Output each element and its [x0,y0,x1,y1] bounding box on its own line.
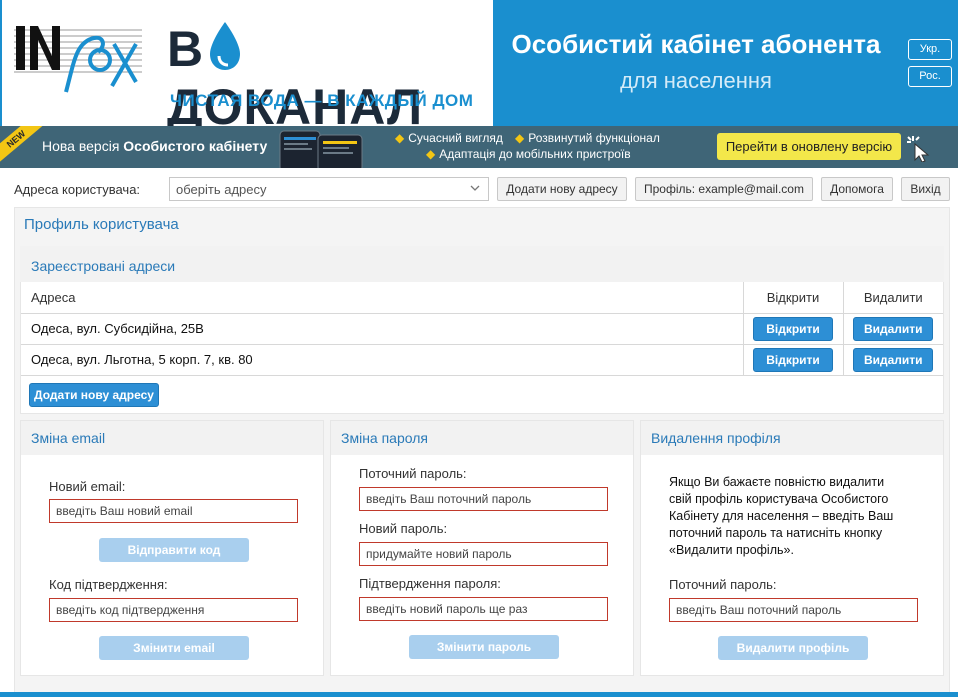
chevron-down-icon [470,185,480,191]
delete-cell: Видалити [842,313,943,345]
delete-card-title: Видалення профіля [651,430,781,446]
send-code-button[interactable]: Відправити код [99,538,249,562]
promo-text-prefix: Нова версія [42,138,124,154]
address-cell: Одеса, вул. Субсидійна, 25В [21,313,743,345]
current-password-field[interactable]: введіть Ваш поточний пароль [359,487,608,511]
profile-title: Профиль користувача [24,216,179,233]
cabinet-subtitle: для населення [620,68,772,93]
phones-image-icon [279,130,363,168]
feature-1-label: Сучасний вигляд [408,131,503,145]
table-header-row: Адреса Відкрити Видалити [21,282,943,314]
open-cell: Відкрити [742,344,843,376]
delete-address-button[interactable]: Видалити [853,347,934,372]
new-email-field[interactable]: введіть Ваш новий email [49,499,298,523]
table-row: Одеса, вул. Субсидійна, 25В Відкрити Вид… [21,313,943,345]
address-label: Адреса користувача: [14,182,141,197]
lang-ukr-button[interactable]: Укр. [908,39,952,60]
delete-profile-button[interactable]: Видалити профіль [718,636,868,660]
address-select[interactable]: оберіть адресу [169,177,489,201]
help-button[interactable]: Допомога [821,177,893,201]
new-password-field[interactable]: придумайте новий пароль [359,542,608,566]
password-card: Зміна пароля Поточний пароль: введіть Ва… [330,420,634,676]
feature-3-label: Адаптація до мобільних пристроїв [439,147,631,161]
delete-address-button[interactable]: Видалити [853,316,934,341]
open-address-button[interactable]: Відкрити [753,347,833,372]
feature-2-label: Розвинутий функціонал [528,131,660,145]
code-field[interactable]: введіть код підтвердження [49,598,298,622]
col-delete: Видалити [842,282,943,314]
logo-area: ВДОКАНАЛ ЧИСТАЯ ВОДА — В КАЖДЫЙ ДОМ [0,0,493,135]
promo-text-bold: Особистого кабінету [123,138,268,154]
password-card-title: Зміна пароля [341,430,428,446]
col-address: Адреса [21,282,743,314]
water-drop-icon [210,22,241,70]
add-address-top-button[interactable]: Додати нову адресу [497,177,627,201]
addresses-title: Зареєстровані адреси [31,258,176,274]
click-cursor-icon [907,136,930,162]
upgrade-version-button[interactable]: Перейти в оновлену версію [717,133,901,160]
confirm-password-field[interactable]: введіть новий пароль ще раз [359,597,608,621]
change-password-button[interactable]: Змінити пароль [409,635,559,659]
page: ВДОКАНАЛ ЧИСТАЯ ВОДА — В КАЖДЫЙ ДОМ Особ… [0,0,958,697]
addresses-table: Адреса Відкрити Видалити Одеса, вул. Суб… [21,282,943,376]
exit-button[interactable]: Вихід [901,177,950,201]
code-label: Код підтвердження: [49,577,168,592]
open-address-button[interactable]: Відкрити [753,316,833,341]
add-address-button[interactable]: Додати нову адресу [29,383,159,407]
new-password-label: Новий пароль: [359,521,448,536]
email-card: Зміна email Новий email: введіть Ваш нов… [20,420,324,676]
brand-part-1: В [167,21,205,77]
new-email-label: Новий email: [49,479,126,494]
delete-info-text: Якщо Ви бажаєте повністю видалити свій п… [669,475,894,557]
open-cell: Відкрити [742,313,843,345]
delete-profile-card: Видалення профіля Якщо Ви бажаєте повніс… [640,420,944,676]
feature-3: ◆ Адаптація до мобільних пристроїв [426,147,631,161]
current-password-label: Поточний пароль: [359,466,467,481]
feature-1: ◆ Сучасний вигляд [395,131,503,145]
bottom-bar [0,692,958,697]
delete-cell: Видалити [842,344,943,376]
header: ВДОКАНАЛ ЧИСТАЯ ВОДА — В КАЖДЫЙ ДОМ Особ… [0,0,958,135]
cabinet-title: Особистий кабінет абонента [511,29,881,59]
address-cell: Одеса, вул. Льготна, 5 корп. 7, кв. 80 [21,344,743,376]
col-open: Відкрити [742,282,843,314]
table-row: Одеса, вул. Льготна, 5 корп. 7, кв. 80 В… [21,344,943,376]
confirm-password-label: Підтвердження пароля: [359,576,501,591]
delete-password-field[interactable]: введіть Ваш поточний пароль [669,598,918,622]
new-ribbon: NEW [0,126,46,165]
promo-text: Нова версія Особистого кабінету [42,138,267,154]
profile-button[interactable]: Профіль: example@mail.com [635,177,813,201]
change-email-button[interactable]: Змінити email [99,636,249,660]
lang-rus-button[interactable]: Рос. [908,66,952,87]
address-select-value: оберіть адресу [176,182,267,197]
email-card-title: Зміна email [31,430,106,446]
feature-2: ◆ Розвинутий функціонал [515,131,660,145]
slogan: ЧИСТАЯ ВОДА — В КАЖДЫЙ ДОМ [170,91,474,110]
delete-password-label: Поточний пароль: [669,577,777,592]
infox-logo-icon [14,26,142,93]
brand-name: ВДОКАНАЛ [167,20,493,136]
